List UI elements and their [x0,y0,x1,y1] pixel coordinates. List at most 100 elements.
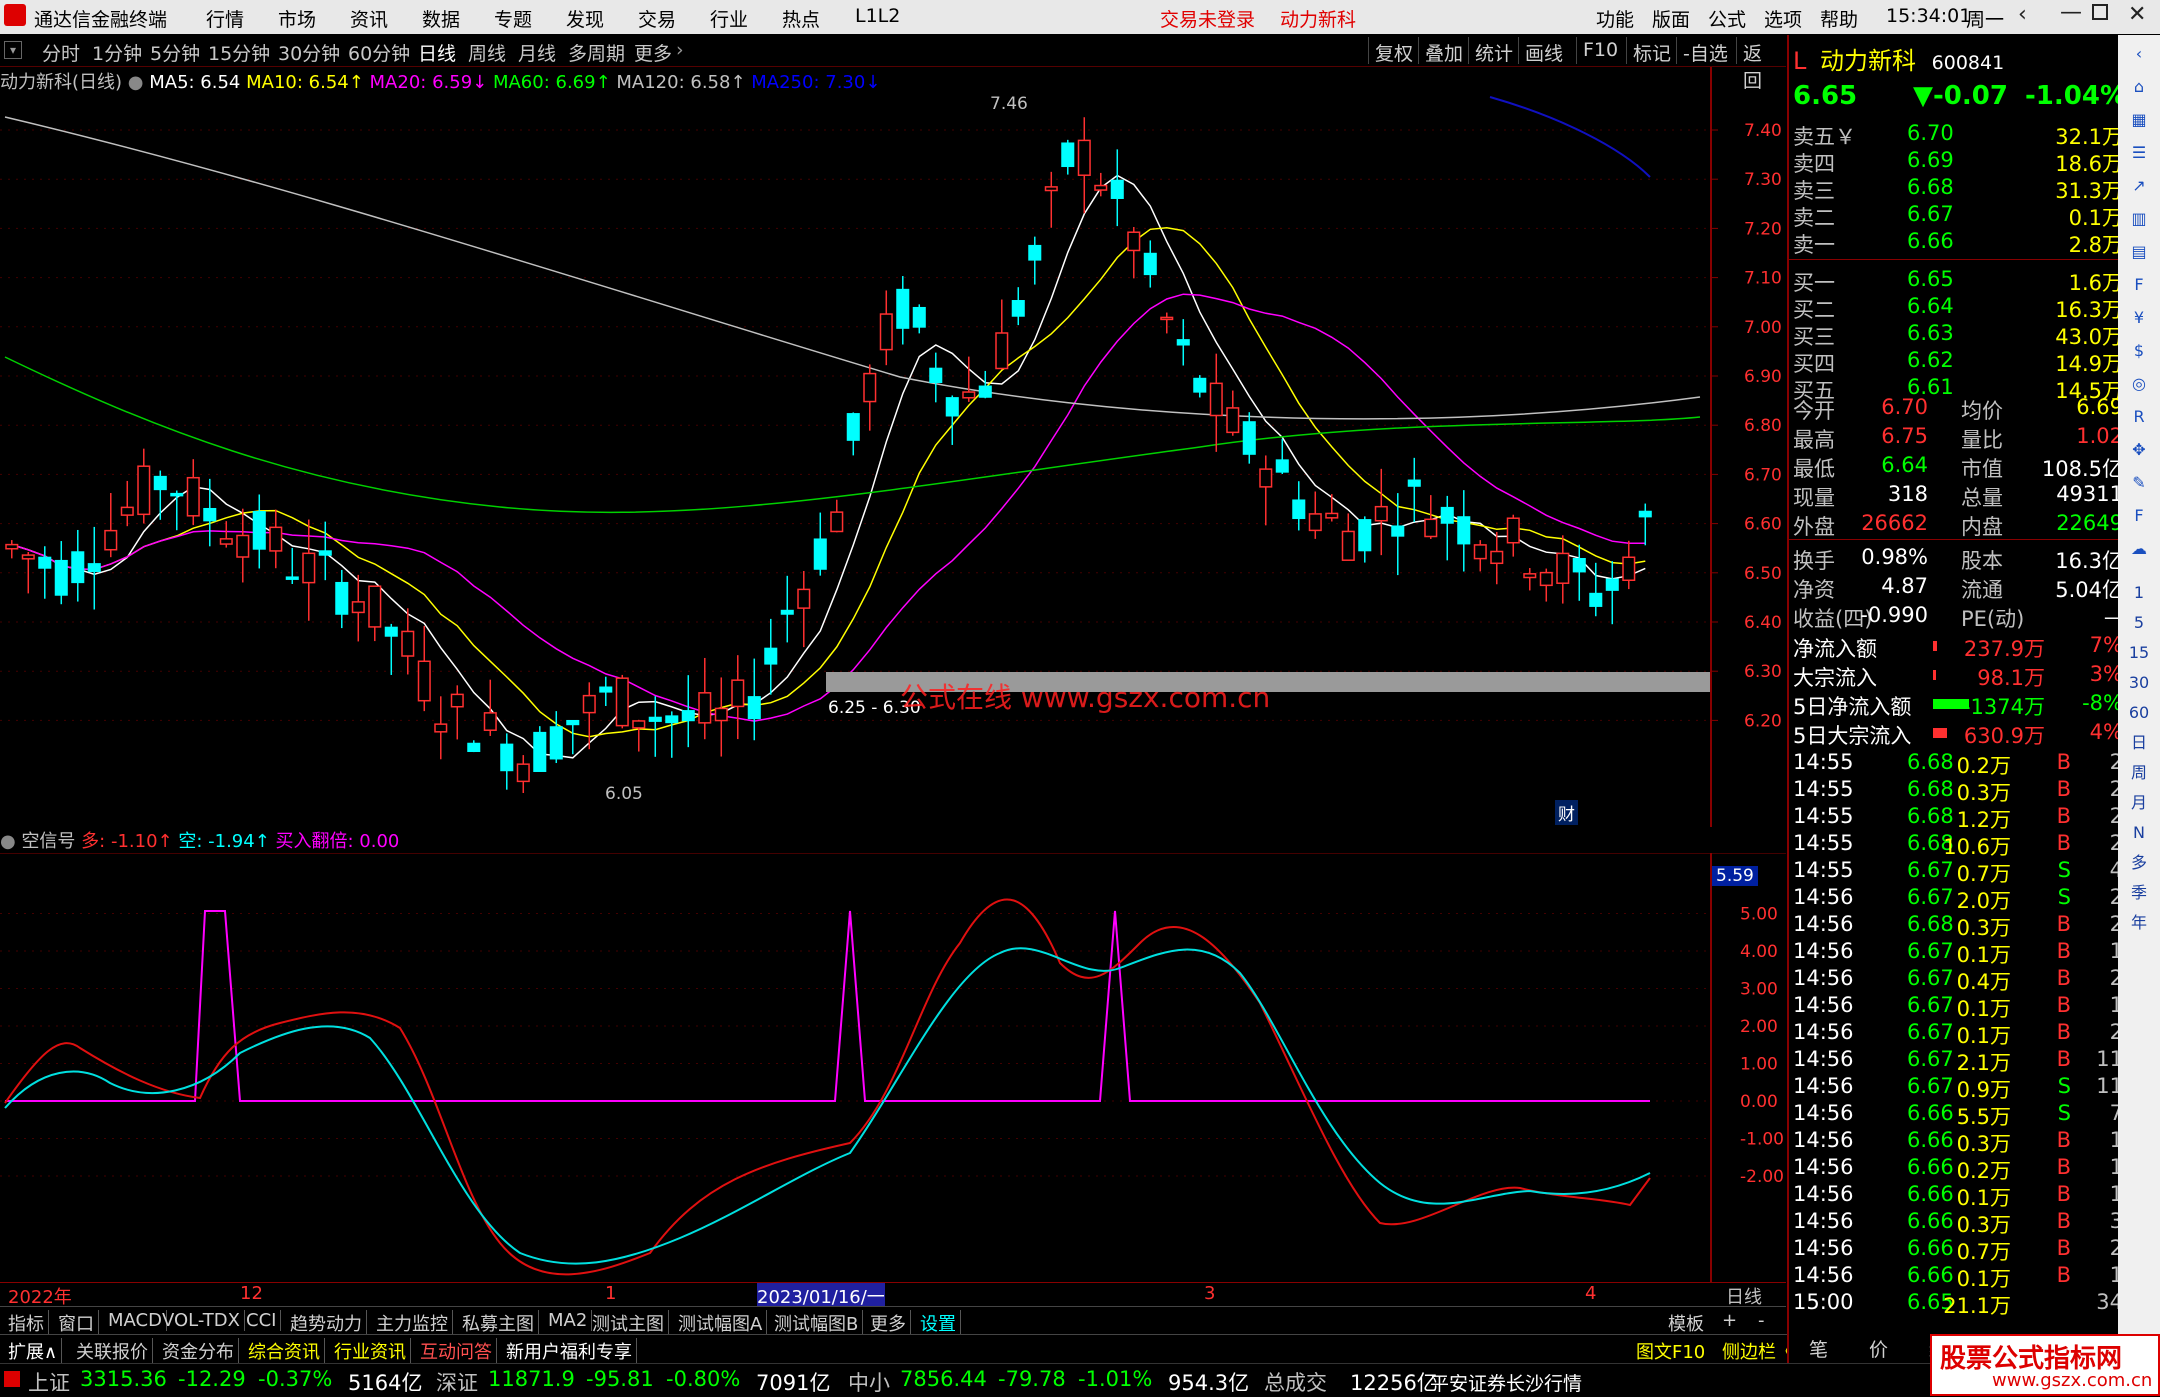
ask-row-3[interactable]: 卖三 6.68 31.3万 [1793,175,2123,203]
move-icon[interactable]: ✥ [2126,437,2152,463]
menu-item-redian[interactable]: 热点 [782,5,820,32]
tabs-right-2[interactable]: - [1758,1310,1765,1331]
indicator-tab-7[interactable]: 私募主图 [458,1310,539,1336]
side-label-11[interactable]: 年 [2126,910,2152,936]
tabs-right-1[interactable]: + [1722,1310,1737,1331]
fund-icon[interactable]: $ [2126,338,2152,364]
period-multi[interactable]: 多周期 [568,39,625,66]
globe-icon[interactable]: ◎ [2126,371,2152,397]
right-tab-0[interactable]: 笔 [1809,1335,1828,1362]
side-label-4[interactable]: 60 [2126,700,2152,726]
menu-item-jiaoyi[interactable]: 交易 [638,5,676,32]
indicator-tab-3[interactable]: VOL-TDX [158,1310,245,1331]
tool-tongji[interactable]: 统计 [1468,37,1519,65]
side-label-3[interactable]: 30 [2126,670,2152,696]
menu-item-zhuanti[interactable]: 专题 [494,5,532,32]
close-icon[interactable]: ✕ [2128,2,2146,27]
menu-item-hangqing[interactable]: 行情 [206,5,244,32]
bid-row-4[interactable]: 买四 6.62 14.9万 [1793,348,2123,376]
table-icon[interactable]: ▤ [2126,239,2152,265]
tool-fuquan[interactable]: 复权 [1368,37,1419,65]
info-tab-4[interactable]: 行业资讯 [330,1338,411,1364]
menu-item-shichang[interactable]: 市场 [278,5,316,32]
info-tab-0[interactable]: 扩展∧ [4,1338,63,1364]
indicator-tab-9[interactable]: 测试主图 [588,1310,669,1336]
period-fenshi[interactable]: 分时 [42,39,80,66]
indicator-tab-0[interactable]: 指标 [4,1310,49,1336]
info-tab-6[interactable]: 新用户福利专享 [502,1338,637,1364]
ask-row-5[interactable]: 卖五￥ 6.70 32.1万 [1793,121,2123,149]
period-more[interactable]: 更多 [634,39,672,66]
menu-item-hangye[interactable]: 行业 [710,5,748,32]
side-label-5[interactable]: 日 [2126,730,2152,756]
indicator-tab-12[interactable]: 更多 [866,1310,911,1336]
cai-badge[interactable]: 财 [1555,800,1578,825]
side-label-0[interactable]: 1 [2126,580,2152,606]
ask-row-1[interactable]: 卖一 6.66 2.8万 [1793,229,2123,257]
period-weekly[interactable]: 周线 [468,39,506,66]
maximize-icon[interactable] [2092,4,2108,20]
more-chevron-icon[interactable]: › [676,39,684,61]
info-tab-5[interactable]: 互动问答 [416,1338,497,1364]
menu-item-faxian[interactable]: 发现 [566,5,604,32]
side-label-10[interactable]: 季 [2126,880,2152,906]
bid-row-3[interactable]: 买三 6.63 43.0万 [1793,321,2123,349]
tool-biaoji[interactable]: 标记 [1626,37,1677,65]
side-label-1[interactable]: 5 [2126,610,2152,636]
indicator-dot-icon[interactable]: ● [0,831,21,852]
ask-row-2[interactable]: 卖二 6.67 0.1万 [1793,202,2123,230]
fs-icon[interactable]: F [2126,503,2152,529]
menu-item-shuju[interactable]: 数据 [422,5,460,32]
f10-icon[interactable]: F [2126,272,2152,298]
rsi-icon[interactable]: R [2126,404,2152,430]
period-15min[interactable]: 15分钟 [208,39,270,66]
cloud-icon[interactable]: ☁ [2126,536,2152,562]
menu-item-l1l2[interactable]: L1L2 [855,5,900,27]
period-monthly[interactable]: 月线 [518,39,556,66]
list-icon[interactable]: ☰ [2126,140,2152,166]
indicator-tab-4[interactable]: CCI [242,1310,282,1331]
indicator-tab-13[interactable]: 设置 [916,1310,961,1336]
tool-f10[interactable]: F10 [1576,37,1624,64]
indicator-tab-11[interactable]: 测试幅图B [770,1310,864,1336]
login-status[interactable]: 交易未登录 [1160,5,1255,32]
side-label-9[interactable]: 多 [2126,850,2152,876]
period-60min[interactable]: 60分钟 [348,39,410,66]
grid-icon[interactable]: ▦ [2126,107,2152,133]
chart-line-icon[interactable]: ↗ [2126,173,2152,199]
money-icon[interactable]: ¥ [2126,305,2152,331]
menu-item-bangzhu[interactable]: 帮助 [1820,5,1858,32]
indicator-tab-5[interactable]: 趋势动力 [286,1310,367,1336]
ask-row-4[interactable]: 卖四 6.69 18.6万 [1793,148,2123,176]
tool-zixuan[interactable]: -自选 [1676,37,1734,65]
menu-item-gongneng[interactable]: 功能 [1596,5,1634,32]
info-tab-1[interactable]: 关联报价 [72,1338,153,1364]
info-tab-3[interactable]: 综合资讯 [244,1338,325,1364]
indicator-chart[interactable]: 5.00 4.00 3.00 2.00 1.00 0.00 -1.00 -2.00 [0,853,1786,1283]
period-5min[interactable]: 5分钟 [150,39,200,66]
home-icon[interactable]: ⌂ [2126,74,2152,100]
tool-fanhui[interactable]: 返回 [1736,37,1786,92]
indicator-tab-10[interactable]: 测试幅图A [674,1310,768,1336]
pen-icon[interactable]: ✎ [2126,470,2152,496]
tab-sidebar-toggle[interactable]: 侧边栏《 [1722,1338,1794,1364]
info-tab-2[interactable]: 资金分布 [158,1338,239,1364]
bid-row-2[interactable]: 买二 6.64 16.3万 [1793,294,2123,322]
back-icon[interactable]: ‹ [2018,2,2027,27]
period-daily[interactable]: 日线 [418,39,456,66]
menu-item-zixun[interactable]: 资讯 [350,5,388,32]
side-label-2[interactable]: 15 [2126,640,2152,666]
tool-huaxian[interactable]: 画线 [1518,37,1569,65]
side-label-8[interactable]: N [2126,820,2152,846]
bid-row-1[interactable]: 买一 6.65 1.6万 [1793,267,2123,295]
period-30min[interactable]: 30分钟 [278,39,340,66]
menu-item-xuanxiang[interactable]: 选项 [1764,5,1802,32]
arrow-left-icon[interactable]: ‹ [2126,41,2152,67]
indicator-tab-8[interactable]: MA2 [544,1310,593,1331]
tool-diejia[interactable]: 叠加 [1418,37,1469,65]
right-tab-1[interactable]: 价 [1869,1335,1888,1362]
period-1min[interactable]: 1分钟 [92,39,142,66]
chevron-icon[interactable]: ▾ [4,41,22,59]
side-label-6[interactable]: 周 [2126,760,2152,786]
menu-item-gongshi[interactable]: 公式 [1708,5,1746,32]
